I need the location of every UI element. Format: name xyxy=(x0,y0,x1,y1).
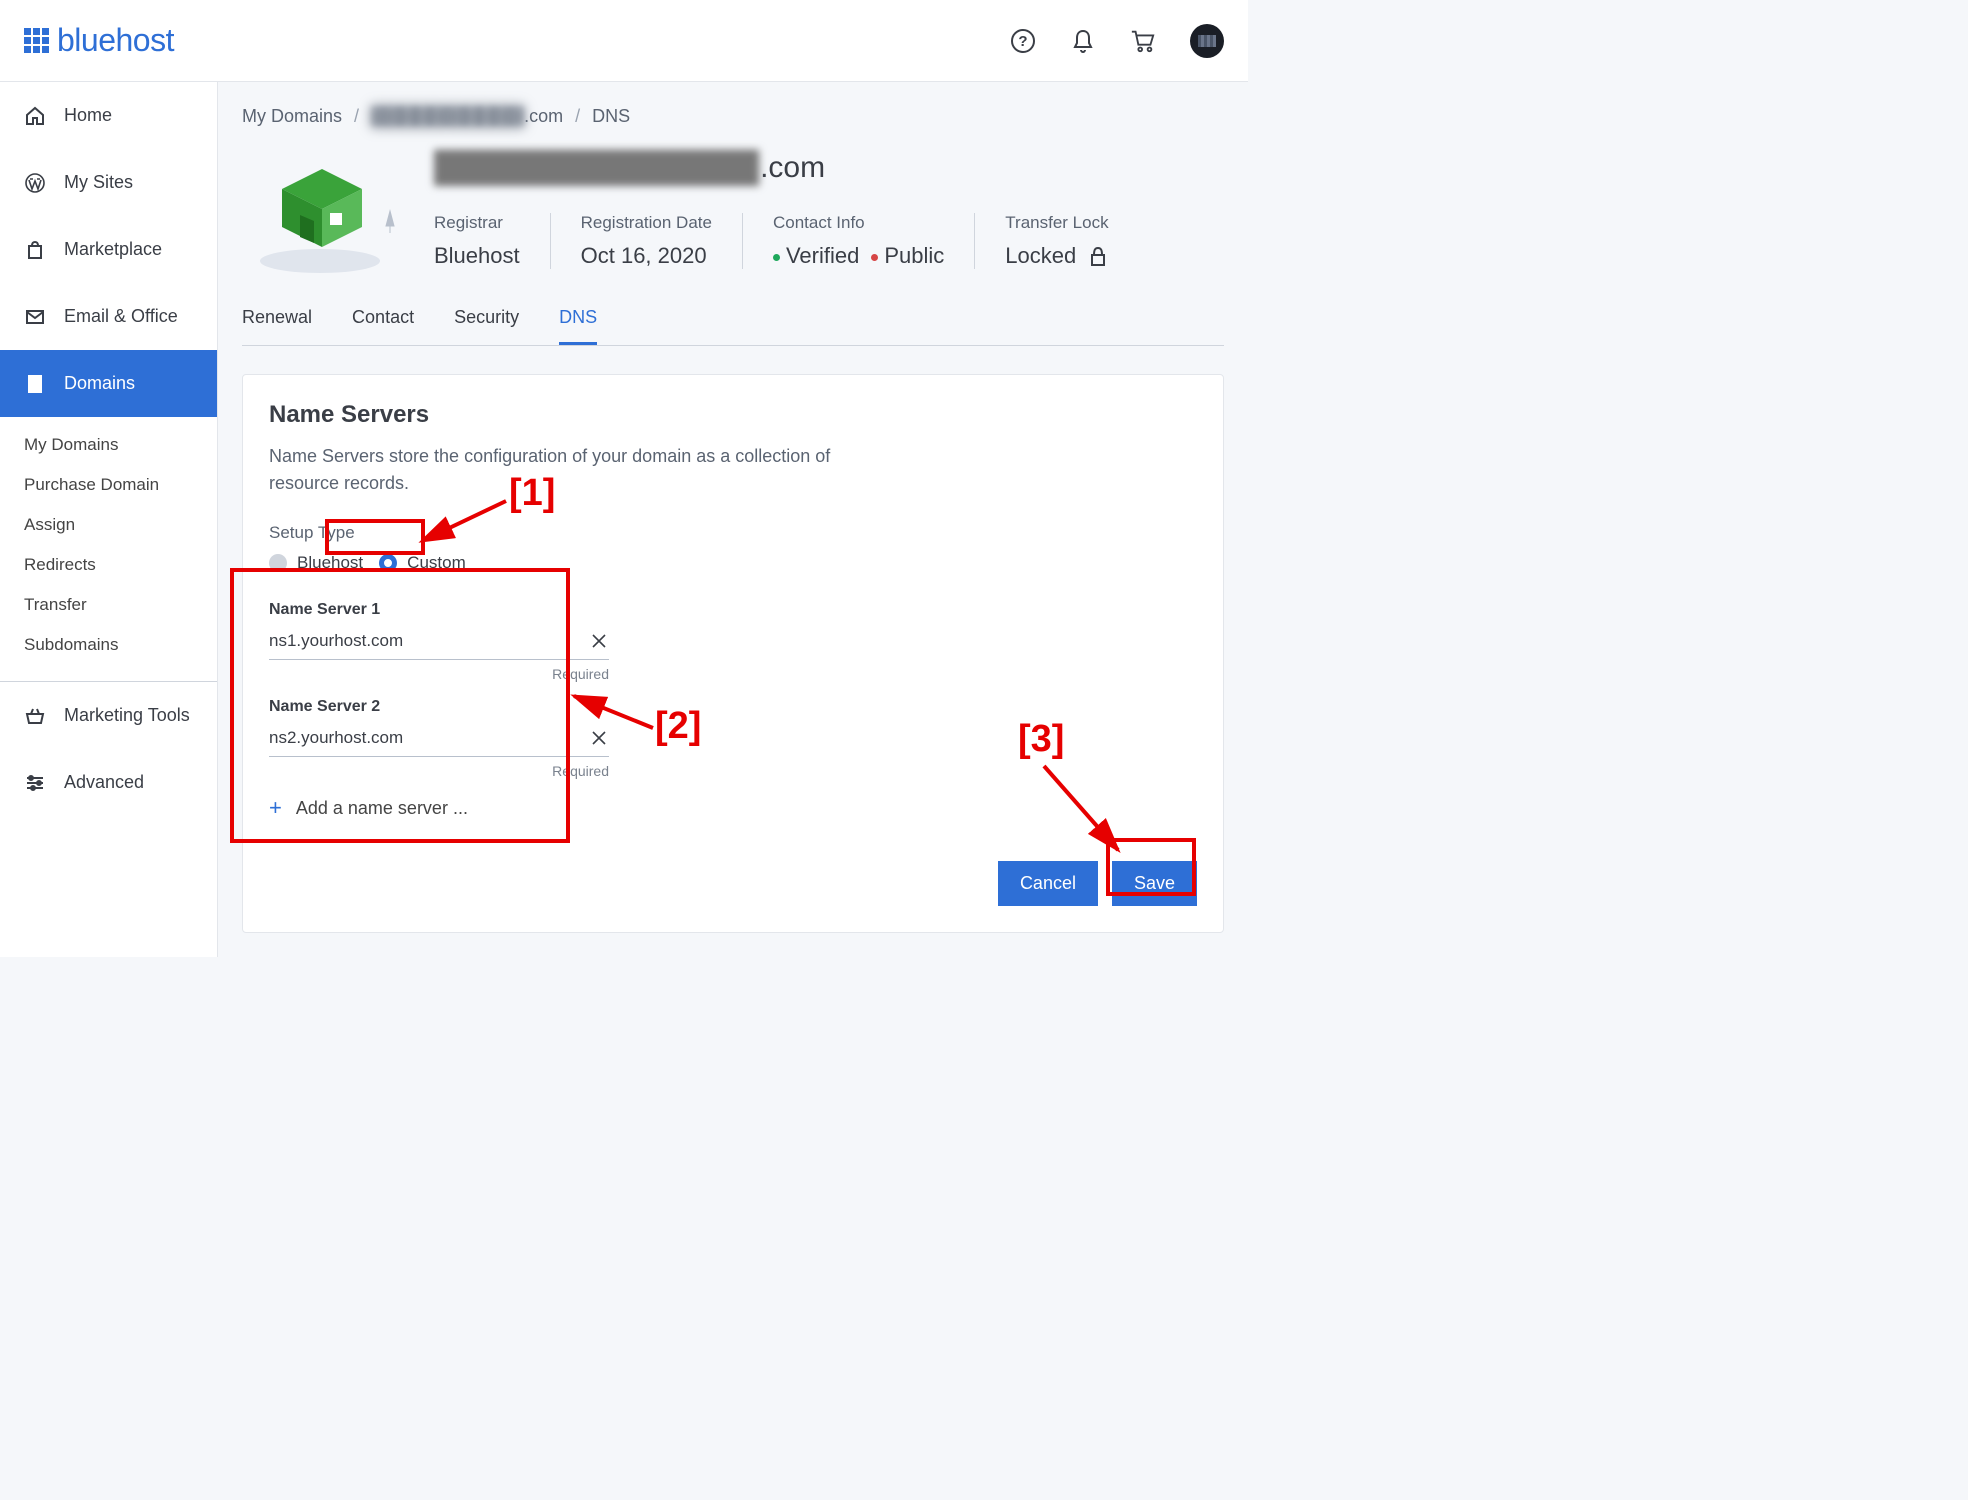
sidebar-item-marketing[interactable]: Marketing Tools xyxy=(0,682,217,749)
meta-contact-label: Contact Info xyxy=(773,213,944,233)
brand-text: bluehost xyxy=(57,22,174,59)
basket-icon xyxy=(24,705,46,727)
save-button[interactable]: Save xyxy=(1112,861,1197,906)
meta-contact-value: VerifiedPublic xyxy=(773,243,944,269)
sidebar-sub-mydomains[interactable]: My Domains xyxy=(0,425,217,465)
sidebar-item-mysites[interactable]: My Sites xyxy=(0,149,217,216)
setup-type-row: Bluehost Custom xyxy=(269,553,1197,573)
avatar[interactable] xyxy=(1190,24,1224,58)
ns2-input[interactable] xyxy=(269,728,589,748)
tab-dns[interactable]: DNS xyxy=(559,299,597,345)
bell-icon[interactable] xyxy=(1070,28,1096,54)
ns1-input[interactable] xyxy=(269,631,589,651)
sidebar-label: Marketing Tools xyxy=(64,705,190,726)
sidebar-label: Email & Office xyxy=(64,306,178,327)
meta-registrar-value: Bluehost xyxy=(434,243,520,269)
sidebar-item-email[interactable]: Email & Office xyxy=(0,283,217,350)
card-desc: Name Servers store the configuration of … xyxy=(269,443,889,497)
tabs: Renewal Contact Security DNS xyxy=(242,299,1224,346)
radio-bluehost[interactable]: Bluehost xyxy=(269,553,363,573)
sidebar-label: My Sites xyxy=(64,172,133,193)
ns1-hint: Required xyxy=(269,666,609,682)
domain-header: ████████████████.com Registrar Bluehost R… xyxy=(242,151,1224,281)
cancel-button[interactable]: Cancel xyxy=(998,861,1098,906)
wordpress-icon xyxy=(24,172,46,194)
tab-security[interactable]: Security xyxy=(454,299,519,345)
nameservers-block: Name Server 1 Required Name Server 2 Req… xyxy=(269,601,609,821)
breadcrumb-domain[interactable]: ████████████.com xyxy=(371,106,563,127)
meta-transfer-value: Locked xyxy=(1005,243,1108,269)
sidebar-item-home[interactable]: Home xyxy=(0,82,217,149)
sidebar: Home My Sites Marketplace Email & Office… xyxy=(0,82,218,957)
logo-grid-icon xyxy=(24,28,49,53)
tab-contact[interactable]: Contact xyxy=(352,299,414,345)
sidebar-sub-transfer[interactable]: Transfer xyxy=(0,585,217,625)
bag-icon xyxy=(24,239,46,261)
main: My Domains / ████████████.com / DNS xyxy=(218,82,1248,957)
sidebar-label: Marketplace xyxy=(64,239,162,260)
clear-icon[interactable] xyxy=(589,631,609,651)
add-nameserver-button[interactable]: +Add a name server ... xyxy=(269,795,609,821)
meta-regdate-label: Registration Date xyxy=(581,213,712,233)
breadcrumb-leaf: DNS xyxy=(592,106,630,127)
meta-transfer-label: Transfer Lock xyxy=(1005,213,1108,233)
topbar: bluehost ? xyxy=(0,0,1248,82)
meta-registrar-label: Registrar xyxy=(434,213,520,233)
breadcrumb: My Domains / ████████████.com / DNS xyxy=(242,106,1224,127)
plus-icon: + xyxy=(269,795,282,821)
sliders-icon xyxy=(24,772,46,794)
sidebar-item-advanced[interactable]: Advanced xyxy=(0,749,217,816)
sidebar-sub-purchase[interactable]: Purchase Domain xyxy=(0,465,217,505)
sidebar-label: Home xyxy=(64,105,112,126)
cart-icon[interactable] xyxy=(1130,28,1156,54)
topbar-right: ? xyxy=(1010,24,1224,58)
meta-regdate-value: Oct 16, 2020 xyxy=(581,243,712,269)
logo[interactable]: bluehost xyxy=(24,22,174,59)
sidebar-item-marketplace[interactable]: Marketplace xyxy=(0,216,217,283)
sidebar-sub-redirects[interactable]: Redirects xyxy=(0,545,217,585)
card-title: Name Servers xyxy=(269,401,1197,429)
sidebar-label: Advanced xyxy=(64,772,144,793)
sidebar-sub-assign[interactable]: Assign xyxy=(0,505,217,545)
domain-illustration xyxy=(242,151,412,281)
card-actions: Cancel Save xyxy=(269,861,1197,906)
clear-icon[interactable] xyxy=(589,728,609,748)
ns2-label: Name Server 2 xyxy=(269,698,609,716)
radio-custom[interactable]: Custom xyxy=(379,553,466,573)
ns2-hint: Required xyxy=(269,763,609,779)
sidebar-sub-subdomains[interactable]: Subdomains xyxy=(0,625,217,665)
sidebar-subitems: My Domains Purchase Domain Assign Redire… xyxy=(0,417,217,673)
nameservers-card: Name Servers Name Servers store the conf… xyxy=(242,374,1224,933)
breadcrumb-root[interactable]: My Domains xyxy=(242,106,342,127)
tab-renewal[interactable]: Renewal xyxy=(242,299,312,345)
radio-on-icon xyxy=(379,554,397,572)
building-icon xyxy=(24,373,46,395)
svg-text:?: ? xyxy=(1018,33,1027,50)
mail-icon xyxy=(24,306,46,328)
sidebar-item-domains[interactable]: Domains xyxy=(0,350,217,417)
sidebar-label: Domains xyxy=(64,373,135,394)
lock-icon xyxy=(1088,245,1108,267)
home-icon xyxy=(24,105,46,127)
ns1-label: Name Server 1 xyxy=(269,601,609,619)
domain-title: ████████████████.com xyxy=(434,151,1224,185)
radio-off-icon xyxy=(269,554,287,572)
setup-type-label: Setup Type xyxy=(269,523,1197,543)
help-icon[interactable]: ? xyxy=(1010,28,1036,54)
domain-meta: Registrar Bluehost Registration Date Oct 1… xyxy=(434,213,1224,269)
